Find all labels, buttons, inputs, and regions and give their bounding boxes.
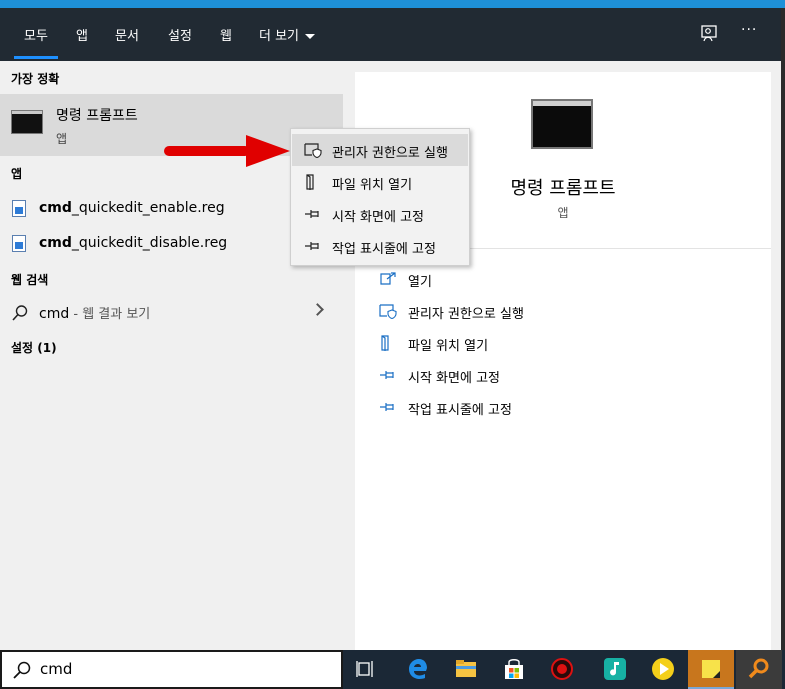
taskbar-file-explorer[interactable] [443, 650, 489, 689]
taskbar-edge[interactable] [395, 650, 441, 689]
action-label: 작업 표시줄에 고정 [408, 403, 512, 418]
filter-tab-bar: 모두 앱 문서 설정 웹 더 보기 ··· [0, 8, 785, 61]
menu-item-label: 관리자 권한으로 실행 [332, 146, 448, 161]
pin-icon [305, 242, 319, 250]
tab-documents[interactable]: 문서 [115, 25, 139, 44]
app-label-rest: _quickedit_enable.reg [71, 200, 225, 216]
action-open-file-location[interactable]: 파일 위치 열기 [379, 332, 759, 360]
web-search-item[interactable]: cmd - 웹 결과 보기 [0, 295, 343, 329]
menu-item-open-file-location[interactable]: 파일 위치 열기 [292, 166, 468, 198]
task-view-icon [356, 661, 373, 677]
app-red-icon [551, 658, 573, 680]
search-app-icon [748, 658, 769, 679]
action-pin-taskbar[interactable]: 작업 표시줄에 고정 [379, 396, 759, 424]
taskbar-store[interactable] [491, 650, 537, 689]
registry-file-icon [12, 235, 26, 252]
music-app-icon [604, 658, 626, 680]
app-label: cmd_quickedit_disable.reg [39, 235, 227, 251]
context-menu: 관리자 권한으로 실행 파일 위치 열기 시작 화면에 고정 작업 표시줄에 고… [290, 128, 470, 266]
action-label: 파일 위치 열기 [408, 339, 489, 354]
red-arrow-annotation [164, 135, 290, 167]
action-label: 시작 화면에 고정 [408, 371, 500, 386]
search-icon [12, 305, 28, 321]
taskbar-red-app[interactable] [539, 650, 585, 689]
command-prompt-icon [531, 99, 593, 149]
best-match-title: 명령 프롬프트 [56, 108, 138, 124]
tab-apps[interactable]: 앱 [76, 25, 88, 44]
action-label: 관리자 권한으로 실행 [408, 307, 524, 322]
command-prompt-icon [11, 110, 43, 134]
file-explorer-icon [456, 660, 476, 677]
menu-item-run-as-admin[interactable]: 관리자 권한으로 실행 [292, 134, 468, 166]
search-input[interactable] [40, 660, 320, 678]
store-icon [505, 659, 523, 679]
pin-icon [380, 403, 394, 411]
tab-web[interactable]: 웹 [220, 25, 232, 44]
open-icon [380, 272, 396, 285]
menu-item-pin-taskbar[interactable]: 작업 표시줄에 고정 [292, 230, 468, 262]
pin-icon [380, 371, 394, 379]
app-label-match: cmd [39, 200, 72, 216]
pin-icon [305, 210, 319, 218]
app-label-rest: _quickedit_disable.reg [71, 235, 228, 251]
folder-location-icon [306, 174, 314, 190]
shield-run-icon [304, 143, 322, 158]
best-match-subtitle: 앱 [56, 132, 68, 146]
apps-heading: 앱 [11, 167, 23, 181]
feedback-icon[interactable] [699, 24, 719, 44]
menu-item-label: 파일 위치 열기 [332, 178, 413, 193]
edge-icon [409, 659, 427, 679]
action-run-as-admin[interactable]: 관리자 권한으로 실행 [379, 300, 759, 328]
web-query-suffix: - 웹 결과 보기 [69, 307, 151, 322]
media-player-icon [652, 658, 674, 680]
action-pin-start[interactable]: 시작 화면에 고정 [379, 364, 759, 392]
tab-settings[interactable]: 설정 [168, 25, 192, 44]
window-edge [781, 8, 785, 689]
action-open[interactable]: 열기 [379, 268, 759, 296]
sticky-notes-icon [702, 660, 720, 678]
web-query: cmd - 웹 결과 보기 [39, 303, 150, 322]
chevron-right-icon[interactable] [311, 303, 324, 316]
folder-location-icon [381, 335, 389, 351]
menu-item-label: 시작 화면에 고정 [332, 210, 424, 225]
chevron-down-icon [305, 34, 316, 39]
best-match-heading: 가장 정확 [11, 72, 60, 86]
task-view-button[interactable] [343, 650, 389, 689]
taskbar-search-box[interactable] [0, 650, 343, 689]
taskbar-media-player[interactable] [640, 650, 686, 689]
menu-item-pin-start[interactable]: 시작 화면에 고정 [292, 198, 468, 230]
app-label-match: cmd [39, 235, 72, 251]
taskbar [343, 650, 785, 689]
taskbar-sticky-notes[interactable] [688, 650, 734, 689]
web-search-heading: 웹 검색 [11, 273, 49, 287]
settings-heading: 설정 (1) [11, 341, 57, 355]
menu-item-label: 작업 표시줄에 고정 [332, 242, 436, 257]
app-label: cmd_quickedit_enable.reg [39, 200, 225, 216]
tab-all[interactable]: 모두 [14, 25, 58, 59]
registry-file-icon [12, 200, 26, 217]
tab-more-label: 더 보기 [259, 29, 300, 44]
taskbar-search-app[interactable] [736, 650, 782, 689]
search-icon [13, 661, 31, 679]
top-accent-line [0, 0, 785, 8]
shield-run-icon [379, 304, 397, 319]
action-label: 열기 [408, 275, 432, 290]
tab-more[interactable]: 더 보기 [259, 25, 316, 44]
more-options-icon[interactable]: ··· [741, 22, 761, 42]
web-query-text: cmd [39, 306, 70, 322]
taskbar-music-app[interactable] [592, 650, 638, 689]
